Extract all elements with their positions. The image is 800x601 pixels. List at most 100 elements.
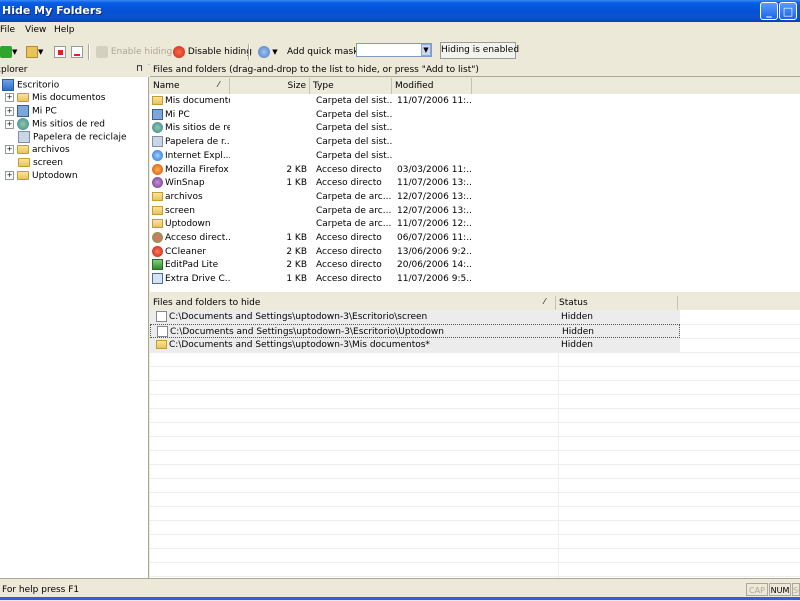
grid-line [150, 562, 800, 563]
hide-row[interactable]: C:\Documents and Settings\uptodown-3\Esc… [150, 310, 680, 324]
network-icon [152, 122, 163, 134]
column-modified[interactable]: Modified [392, 78, 472, 94]
file-size: 1 KB [286, 274, 307, 285]
hide-path: C:\Documents and Settings\uptodown-3\Esc… [169, 312, 428, 322]
quick-mask-dropdown-button[interactable]: ▼ [421, 44, 431, 56]
file-name: Papelera de r... [165, 137, 230, 148]
files-column-headers: Name ⁄ Size Type Modified [150, 78, 800, 95]
quick-mask-options-button[interactable]: ▼ [258, 44, 278, 60]
file-row[interactable]: Papelera de r... Carpeta del sist... [150, 135, 800, 149]
grid-line [150, 450, 800, 451]
file-row[interactable]: screen Carpeta de arc... 12/07/2006 13:... [150, 204, 800, 218]
folder-tool-button[interactable]: ▼ [26, 44, 43, 60]
scroll-indicator: SCRL [792, 583, 800, 596]
folder-icon [152, 219, 163, 229]
hide-list[interactable]: C:\Documents and Settings\uptodown-3\Esc… [150, 310, 800, 578]
hide-row[interactable]: C:\Documents and Settings\uptodown-3\Mis… [150, 338, 680, 352]
file-size: 1 KB [286, 178, 307, 189]
expand-icon[interactable]: + [5, 106, 14, 116]
file-row[interactable]: Mi PC Carpeta del sist... [150, 108, 800, 122]
file-type: Carpeta de arc... [316, 191, 392, 202]
remove-icon [54, 45, 66, 58]
add-to-list-button[interactable]: ▼ [0, 44, 17, 60]
tree-item-screen[interactable]: screen [18, 157, 63, 170]
expand-icon[interactable]: + [5, 171, 14, 180]
file-type: Acceso directo [316, 246, 382, 257]
grid-line [150, 478, 800, 479]
file-name: Uptodown [165, 219, 211, 230]
file-row[interactable]: EditPad Lite 2 KB Acceso directo 20/06/2006… [150, 258, 800, 272]
file-row[interactable]: Extra Drive C... 1 KB Acceso directo 11/07/… [150, 272, 800, 286]
file-row[interactable]: Mis documentos Carpeta del sist... 11/07/2… [150, 94, 800, 108]
caps-indicator: CAP [746, 583, 768, 596]
tree-item-root[interactable]: Escritorio [2, 79, 59, 92]
hide-status: Hidden [562, 327, 594, 337]
explorer-tree[interactable]: Escritorio + Mis documentos + Mi PC + Mis s… [0, 77, 149, 578]
file-row[interactable]: Acceso direct... 1 KB Acceso directo 06/07/… [150, 231, 800, 245]
file-row[interactable]: WinSnap 1 KB Acceso directo 11/07/2006 13:.… [150, 176, 800, 190]
tree-item-label: Uptodown [32, 171, 78, 181]
file-row[interactable]: Internet Expl... Carpeta del sist... [150, 149, 800, 163]
tree-item-archivos[interactable]: + archivos [5, 144, 70, 157]
column-path[interactable]: Files and folders to hide [150, 296, 556, 310]
tree-item-mis-documentos[interactable]: + Mis documentos [5, 92, 105, 105]
grid-line [150, 366, 800, 367]
ccleaner-icon [152, 245, 163, 257]
files-list[interactable]: Mis documentos Carpeta del sist... 11/07/2… [150, 94, 800, 292]
file-icon [157, 326, 168, 337]
column-size[interactable]: Size [230, 78, 310, 94]
file-name: Mis sitios de red [165, 123, 230, 134]
editpad-icon [152, 259, 163, 271]
expand-icon[interactable]: + [5, 119, 14, 129]
disable-icon [173, 45, 185, 58]
menu-file[interactable]: File [0, 25, 15, 35]
tree-item-uptodown[interactable]: + Uptodown [5, 170, 78, 183]
file-row[interactable]: archivos Carpeta de arc... 12/07/2006 13:.… [150, 190, 800, 204]
file-type: Carpeta de arc... [316, 205, 392, 216]
hide-path: C:\Documents and Settings\uptodown-3\Esc… [170, 327, 444, 337]
disable-hiding-button[interactable]: Disable hiding [173, 44, 252, 60]
folder-icon [17, 171, 29, 180]
pin-icon[interactable]: ⊓ [136, 64, 143, 74]
menu-view[interactable]: View [25, 25, 46, 35]
properties-button[interactable] [71, 44, 83, 60]
file-name: archivos [165, 191, 203, 202]
tree-item-label: Papelera de reciclaje [33, 132, 127, 143]
title-bar[interactable]: Hide My Folders _ □ [0, 0, 800, 22]
tree-item-mis-sitios-de-red[interactable]: + Mis sitios de red [5, 118, 105, 131]
remove-button[interactable] [54, 44, 66, 60]
tree-item-mi-pc[interactable]: + Mi PC [5, 105, 57, 118]
file-row[interactable]: CCleaner 2 KB Acceso directo 13/06/2006 9:2… [150, 245, 800, 259]
grid-line [150, 408, 800, 409]
expand-icon[interactable]: + [5, 145, 14, 154]
tree-item-papelera[interactable]: Papelera de reciclaje [18, 131, 127, 144]
menu-help[interactable]: Help [54, 25, 75, 35]
minimize-button[interactable]: _ [760, 2, 778, 20]
file-modified: 11/07/2006 13:... [397, 178, 473, 189]
hide-row[interactable]: C:\Documents and Settings\uptodown-3\Esc… [150, 324, 680, 338]
expand-icon[interactable]: + [5, 93, 14, 102]
file-row[interactable]: Uptodown Carpeta de arc... 11/07/2006 12:.… [150, 217, 800, 231]
maximize-button[interactable]: □ [779, 2, 797, 20]
file-row[interactable]: Mis sitios de red Carpeta del sist... [150, 121, 800, 135]
file-type: Carpeta de arc... [316, 219, 392, 230]
disable-hiding-label: Disable hiding [187, 47, 252, 57]
column-type[interactable]: Type [310, 78, 392, 94]
file-type: Carpeta del sist... [316, 123, 392, 134]
status-text: For help press F1 [2, 585, 80, 595]
file-type: Acceso directo [316, 178, 382, 189]
enable-hiding-button[interactable]: Enable hiding [96, 44, 172, 60]
network-icon [17, 118, 29, 130]
grid-line [150, 380, 800, 381]
file-modified: 11/07/2006 9:5... [397, 274, 473, 285]
file-type: Acceso directo [316, 274, 382, 285]
file-row[interactable]: Mozilla Firefox 2 KB Acceso directo 03/03/2… [150, 163, 800, 177]
hiding-status-badge[interactable]: Hiding is enabled [440, 42, 519, 59]
tree-item-label: Mis sitios de red [32, 119, 105, 130]
grid-line [150, 436, 800, 437]
mask-icon [258, 45, 270, 58]
hide-status: Hidden [561, 312, 593, 322]
column-status[interactable]: Status [556, 296, 678, 310]
toolbar-separator [88, 44, 90, 60]
file-type: Carpeta del sist... [316, 109, 392, 120]
